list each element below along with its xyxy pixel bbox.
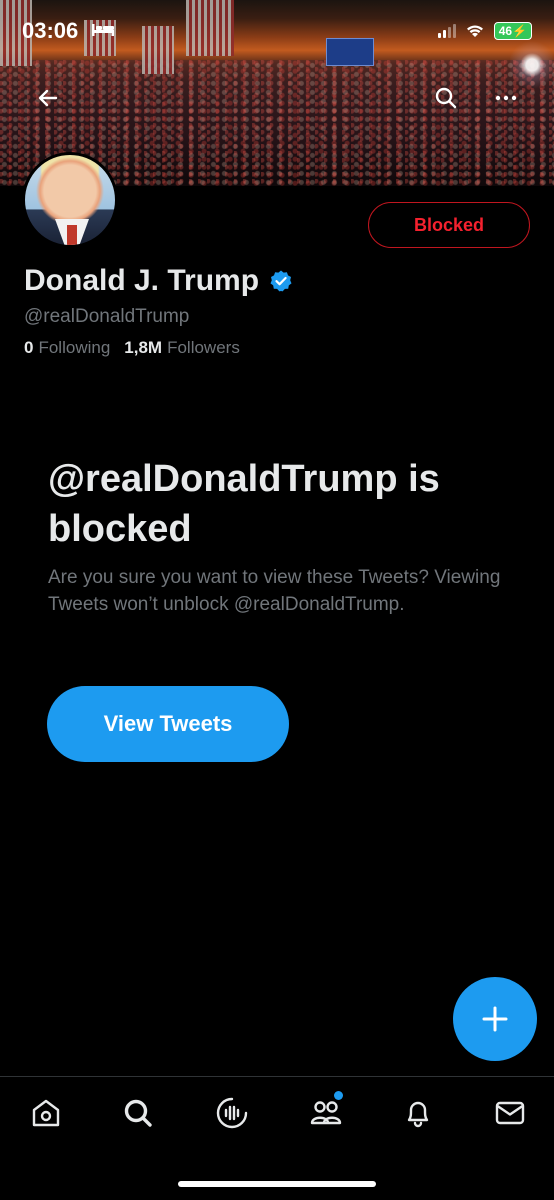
nav-notifications[interactable] [398,1093,438,1133]
following-label: Following [38,338,111,357]
banner-flag [186,0,234,56]
back-arrow-icon [38,89,58,107]
nav-messages[interactable] [490,1093,530,1133]
bottom-navigation [0,1076,554,1200]
charging-icon: ⚡ [512,24,527,38]
following-stat[interactable]: 0 Following [24,338,110,358]
cellular-signal-icon [437,24,456,38]
nav-home[interactable] [26,1093,66,1133]
view-tweets-button[interactable]: View Tweets [47,686,289,762]
blocked-button[interactable]: Blocked [368,202,530,248]
followers-stat[interactable]: 1,8M Followers [124,338,240,358]
search-icon [124,1099,152,1127]
followers-label: Followers [167,338,240,357]
spaces-icon [216,1097,248,1129]
notifications-icon [407,1101,429,1128]
more-button[interactable] [488,80,524,116]
profile-avatar[interactable] [22,152,118,248]
profile-stats: 0 Following 1,8M Followers [24,338,240,358]
nav-communities[interactable] [306,1091,346,1133]
new-activity-dot [334,1091,343,1100]
wifi-icon [466,25,483,37]
profile-handle: @realDonaldTrump [24,306,190,327]
blocked-description: Are you sure you want to view these Twee… [48,567,501,615]
verified-badge-icon [270,270,292,292]
nav-search[interactable] [118,1093,158,1133]
nav-spaces[interactable] [212,1093,252,1133]
blocked-title: @realDonaldTrump is blocked [48,458,440,550]
battery-level: 46 [498,24,513,38]
banner-sign [326,38,374,66]
following-count: 0 [24,338,34,357]
profile-name-row: Donald J. Trump [24,264,293,298]
battery-indicator: 46⚡ [493,22,532,40]
search-icon [435,87,457,109]
sleep-mode-icon [92,24,114,36]
banner-flag [142,26,174,74]
status-time: 03:06 [22,18,79,43]
messages-icon [495,1101,525,1125]
followers-count: 1,8M [124,338,163,357]
plus-icon [482,1006,508,1032]
back-button[interactable] [30,80,66,116]
home-icon [32,1099,60,1127]
status-indicators: 46⚡ [437,22,532,40]
compose-tweet-button[interactable] [453,977,537,1061]
search-button[interactable] [428,80,464,116]
more-icon [495,95,517,101]
communities-icon [310,1101,342,1125]
home-indicator[interactable] [178,1181,376,1187]
display-name: Donald J. Trump [24,264,260,297]
